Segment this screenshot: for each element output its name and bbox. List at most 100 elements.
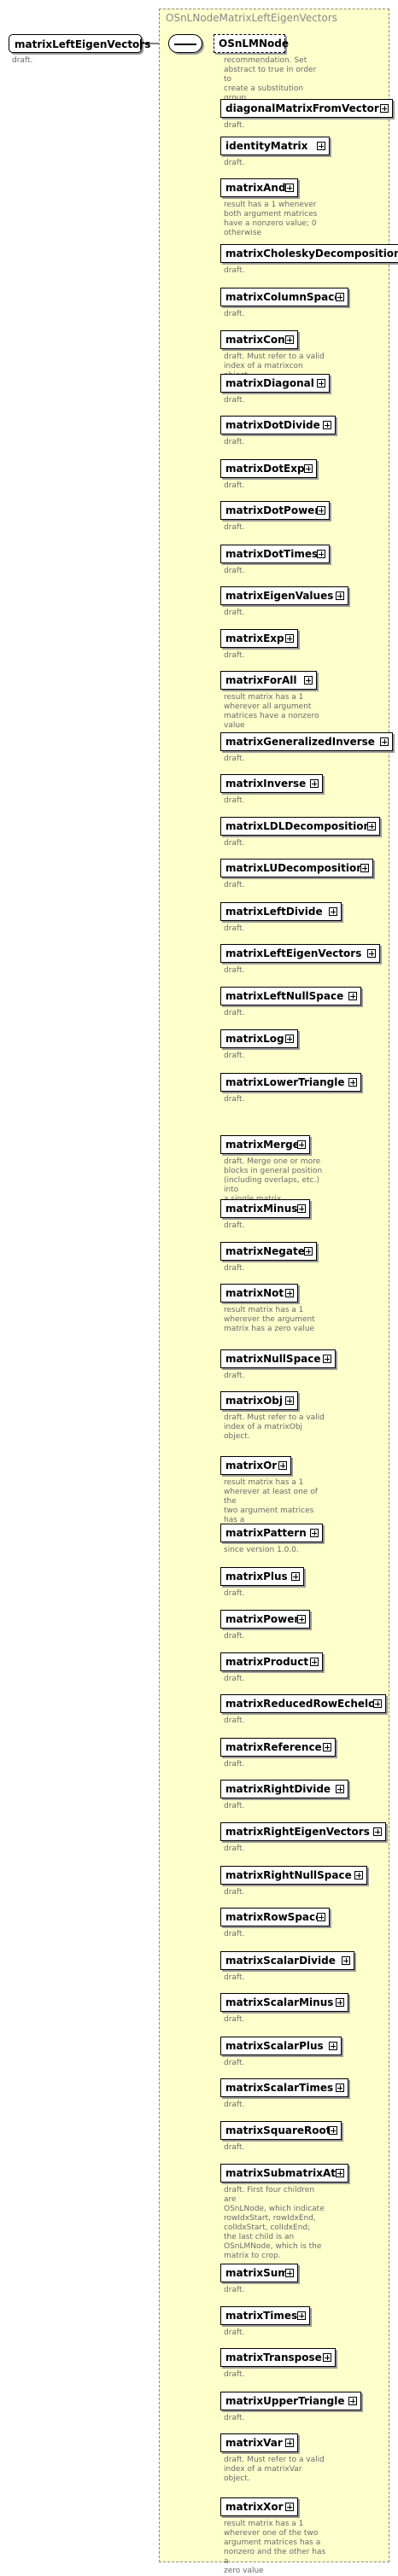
element-matrix-var[interactable]: matrixVar: [220, 2433, 298, 2452]
element-matrix-dot-times[interactable]: matrixDotTimes: [220, 545, 330, 563]
expand-plus-icon[interactable]: [373, 1827, 382, 1836]
element-matrix-column-space[interactable]: matrixColumnSpace: [220, 288, 348, 306]
element-matrix-generalized-inverse[interactable]: matrixGeneralizedInverse: [220, 732, 393, 751]
element-matrix-left-eigen-vectors[interactable]: matrixLeftEigenVectors: [220, 944, 380, 963]
element-matrix-scalar-plus[interactable]: matrixScalarPlus: [220, 2037, 342, 2055]
element-matrix-and[interactable]: matrixAnd: [220, 178, 298, 197]
element-matrix-dot-power[interactable]: matrixDotPower: [220, 501, 330, 520]
expand-plus-icon[interactable]: [336, 2169, 344, 2177]
expand-plus-icon[interactable]: [336, 2084, 344, 2092]
expand-plus-icon[interactable]: [367, 822, 376, 830]
element-matrix-l-d-l-decomposition[interactable]: matrixLDLDecomposition: [220, 817, 380, 836]
element-matrix-plus[interactable]: matrixPlus: [220, 1567, 304, 1586]
element-matrix-submatrix-at[interactable]: matrixSubmatrixAt: [220, 2164, 348, 2183]
expand-plus-icon[interactable]: [310, 1658, 319, 1666]
element-matrix-negate[interactable]: matrixNegate: [220, 1242, 317, 1261]
expand-plus-icon[interactable]: [323, 2353, 331, 2362]
element-matrix-upper-triangle[interactable]: matrixUpperTriangle: [220, 2392, 361, 2410]
expand-plus-icon[interactable]: [323, 1355, 331, 1363]
expand-plus-icon[interactable]: [317, 142, 325, 150]
element-matrix-pattern[interactable]: matrixPattern: [220, 1524, 323, 1542]
expand-plus-icon[interactable]: [323, 421, 331, 429]
element-matrix-l-u-decomposition[interactable]: matrixLUDecomposition: [220, 859, 373, 877]
expand-plus-icon[interactable]: [310, 779, 319, 788]
expand-plus-icon[interactable]: [291, 1572, 300, 1581]
element-matrix-times[interactable]: matrixTimes: [220, 2306, 310, 2325]
expand-plus-icon[interactable]: [310, 1529, 319, 1537]
expand-plus-icon[interactable]: [348, 992, 357, 1000]
expand-plus-icon[interactable]: [285, 2503, 294, 2511]
expand-plus-icon[interactable]: [348, 2397, 357, 2405]
element-matrix-obj[interactable]: matrixObj: [220, 1391, 298, 1410]
expand-plus-icon[interactable]: [348, 1078, 357, 1087]
group-element-osnlmnode[interactable]: OSnLMNode: [214, 34, 289, 53]
element-matrix-square-root[interactable]: matrixSquareRoot: [220, 2121, 342, 2140]
element-matrix-exp[interactable]: matrixExp: [220, 629, 298, 648]
element-matrix-right-null-space[interactable]: matrixRightNullSpace: [220, 1866, 367, 1885]
expand-plus-icon[interactable]: [373, 1699, 382, 1708]
element-matrix-cholesky-decomposition[interactable]: matrixCholeskyDecomposition: [220, 244, 398, 263]
expand-plus-icon[interactable]: [360, 864, 369, 872]
expand-plus-icon[interactable]: [285, 335, 294, 344]
element-matrix-lower-triangle[interactable]: matrixLowerTriangle: [220, 1073, 361, 1092]
element-matrix-inverse[interactable]: matrixInverse: [220, 774, 323, 793]
expand-plus-icon[interactable]: [380, 737, 389, 746]
element-matrix-left-null-space[interactable]: matrixLeftNullSpace: [220, 987, 361, 1005]
element-matrix-xor[interactable]: matrixXor: [220, 2497, 298, 2516]
expand-plus-icon[interactable]: [342, 1956, 350, 1965]
expand-plus-icon[interactable]: [354, 1871, 363, 1880]
element-matrix-row-space[interactable]: matrixRowSpace: [220, 1908, 330, 1926]
element-matrix-minus[interactable]: matrixMinus: [220, 1199, 310, 1218]
expand-plus-icon[interactable]: [317, 379, 325, 388]
element-matrix-transpose[interactable]: matrixTranspose: [220, 2348, 336, 2367]
element-matrix-power[interactable]: matrixPower: [220, 1610, 310, 1629]
expand-plus-icon[interactable]: [336, 293, 344, 301]
element-matrix-product[interactable]: matrixProduct: [220, 1652, 323, 1671]
expand-plus-icon[interactable]: [317, 506, 325, 515]
expand-plus-icon[interactable]: [336, 1785, 344, 1793]
expand-plus-icon[interactable]: [317, 1913, 325, 1921]
expand-plus-icon[interactable]: [336, 592, 344, 600]
expand-plus-icon[interactable]: [304, 1247, 313, 1256]
expand-plus-icon[interactable]: [380, 104, 389, 113]
element-matrix-log[interactable]: matrixLog: [220, 1029, 298, 1048]
element-matrix-eigen-values[interactable]: matrixEigenValues: [220, 586, 348, 605]
element-identity-matrix[interactable]: identityMatrix: [220, 137, 330, 155]
element-matrix-dot-divide[interactable]: matrixDotDivide: [220, 416, 336, 434]
expand-plus-icon[interactable]: [336, 1998, 344, 2007]
expand-plus-icon[interactable]: [278, 1461, 287, 1470]
expand-plus-icon[interactable]: [285, 1289, 294, 1297]
expand-plus-icon[interactable]: [285, 1396, 294, 1405]
element-matrix-right-divide[interactable]: matrixRightDivide: [220, 1780, 348, 1798]
expand-plus-icon[interactable]: [285, 2439, 294, 2447]
expand-plus-icon[interactable]: [285, 2269, 294, 2277]
expand-plus-icon[interactable]: [329, 2126, 337, 2135]
expand-plus-icon[interactable]: [297, 2311, 306, 2320]
element-matrix-for-all[interactable]: matrixForAll: [220, 671, 317, 690]
element-diagonal-matrix-from-vector[interactable]: diagonalMatrixFromVector: [220, 99, 393, 118]
element-matrix-scalar-times[interactable]: matrixScalarTimes: [220, 2078, 348, 2097]
expand-plus-icon[interactable]: [297, 1140, 306, 1149]
element-matrix-merge[interactable]: matrixMerge: [220, 1135, 310, 1154]
element-matrix-con[interactable]: matrixCon: [220, 330, 298, 349]
element-matrix-null-space[interactable]: matrixNullSpace: [220, 1349, 336, 1368]
expand-plus-icon[interactable]: [317, 550, 325, 558]
expand-plus-icon[interactable]: [285, 634, 294, 643]
expand-plus-icon[interactable]: [367, 949, 376, 958]
sequence-compositor[interactable]: [168, 34, 202, 53]
expand-plus-icon[interactable]: [297, 1615, 306, 1623]
element-matrix-reference[interactable]: matrixReference: [220, 1738, 336, 1757]
expand-plus-icon[interactable]: [323, 1743, 331, 1751]
element-matrix-or[interactable]: matrixOr: [220, 1456, 291, 1475]
element-matrix-scalar-minus[interactable]: matrixScalarMinus: [220, 1993, 348, 2012]
expand-plus-icon[interactable]: [304, 676, 313, 685]
expand-plus-icon[interactable]: [285, 184, 294, 192]
root-element[interactable]: matrixLeftEigenVectors: [9, 34, 150, 53]
expand-plus-icon[interactable]: [297, 1204, 306, 1213]
element-matrix-sum[interactable]: matrixSum: [220, 2264, 298, 2282]
expand-plus-icon[interactable]: [285, 1034, 294, 1043]
expand-plus-icon[interactable]: [329, 907, 337, 916]
expand-plus-icon[interactable]: [304, 464, 313, 473]
element-matrix-left-divide[interactable]: matrixLeftDivide: [220, 902, 342, 921]
element-matrix-dot-exp[interactable]: matrixDotExp: [220, 459, 317, 478]
